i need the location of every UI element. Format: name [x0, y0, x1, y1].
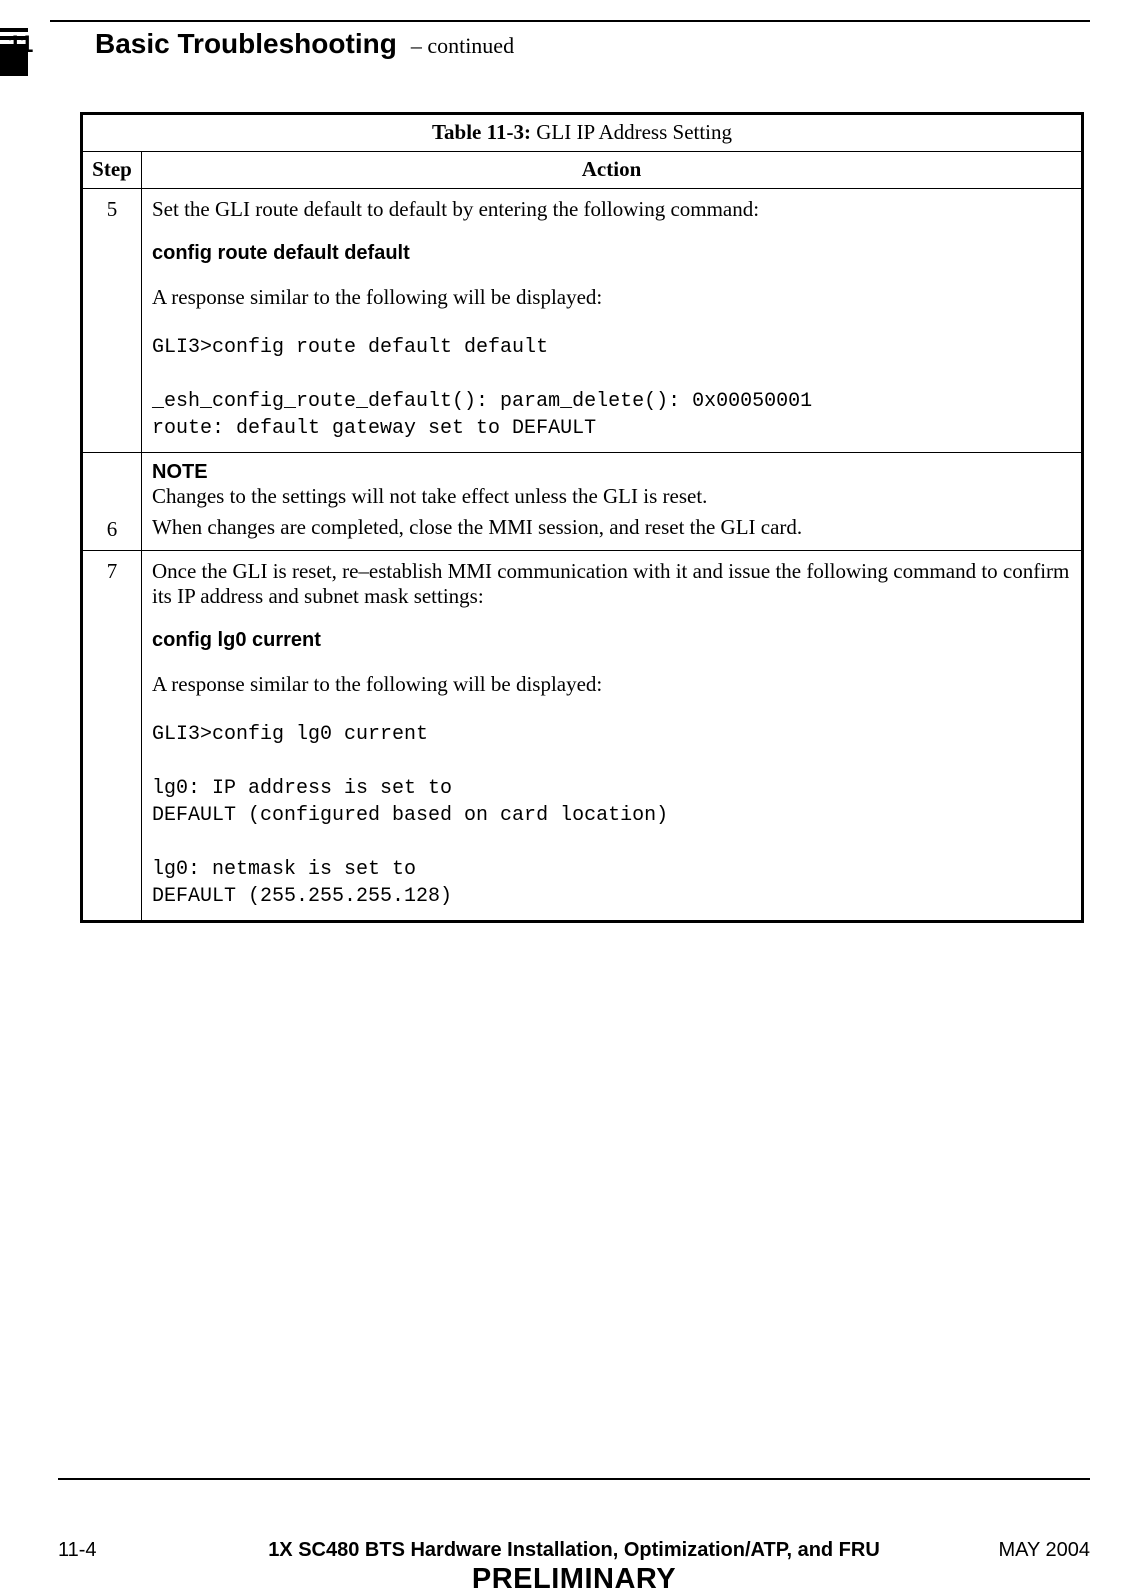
document-date: MAY 2004 [998, 1539, 1090, 1562]
page: 11 Basic Troubleshooting – continued Tab… [0, 0, 1148, 1557]
step-number: 7 [82, 551, 142, 922]
step-number: 6 [82, 453, 142, 551]
command-text: config lg0 current [152, 629, 1071, 652]
note-text: Changes to the settings will not take ef… [152, 484, 1071, 509]
step-number: 5 [82, 189, 142, 453]
action-text: When changes are completed, close the MM… [152, 515, 1071, 540]
table-caption: Table 11-3: GLI IP Address Setting [82, 114, 1083, 152]
step-action: NOTE Changes to the settings will not ta… [142, 453, 1083, 551]
action-text: A response similar to the following will… [152, 672, 1071, 697]
header-continued: – continued [411, 33, 514, 58]
command-text: config route default default [152, 242, 1071, 265]
action-text: Set the GLI route default to default by … [152, 197, 1071, 222]
column-header-step: Step [82, 152, 142, 189]
header-title: Basic Troubleshooting [95, 28, 397, 59]
table-caption-label: Table 11-3: [432, 120, 531, 144]
chapter-number: 11 [8, 31, 33, 59]
step-action: Set the GLI route default to default by … [142, 189, 1083, 453]
action-text: Once the GLI is reset, re–establish MMI … [152, 559, 1071, 609]
preliminary-mark: PRELIMINARY [58, 1563, 1090, 1596]
header-rule [50, 20, 1090, 22]
column-header-action: Action [142, 152, 1083, 189]
step-action: Once the GLI is reset, re–establish MMI … [142, 551, 1083, 922]
procedure-table: Table 11-3: GLI IP Address Setting Step … [80, 112, 1084, 923]
action-text: A response similar to the following will… [152, 285, 1071, 310]
procedure-table-wrap: Table 11-3: GLI IP Address Setting Step … [80, 112, 1084, 923]
table-row: 5 Set the GLI route default to default b… [82, 189, 1083, 453]
page-header: Basic Troubleshooting – continued [95, 28, 1090, 60]
document-title: 1X SC480 BTS Hardware Installation, Opti… [58, 1539, 1090, 1562]
table-row: 6 NOTE Changes to the settings will not … [82, 453, 1083, 551]
footer-rule [58, 1478, 1090, 1480]
note-label: NOTE [152, 461, 1071, 484]
terminal-output: GLI3>config route default default _esh_c… [152, 334, 1071, 442]
terminal-output: GLI3>config lg0 current lg0: IP address … [152, 721, 1071, 910]
table-row: 7 Once the GLI is reset, re–establish MM… [82, 551, 1083, 922]
table-caption-text: GLI IP Address Setting [536, 120, 732, 144]
